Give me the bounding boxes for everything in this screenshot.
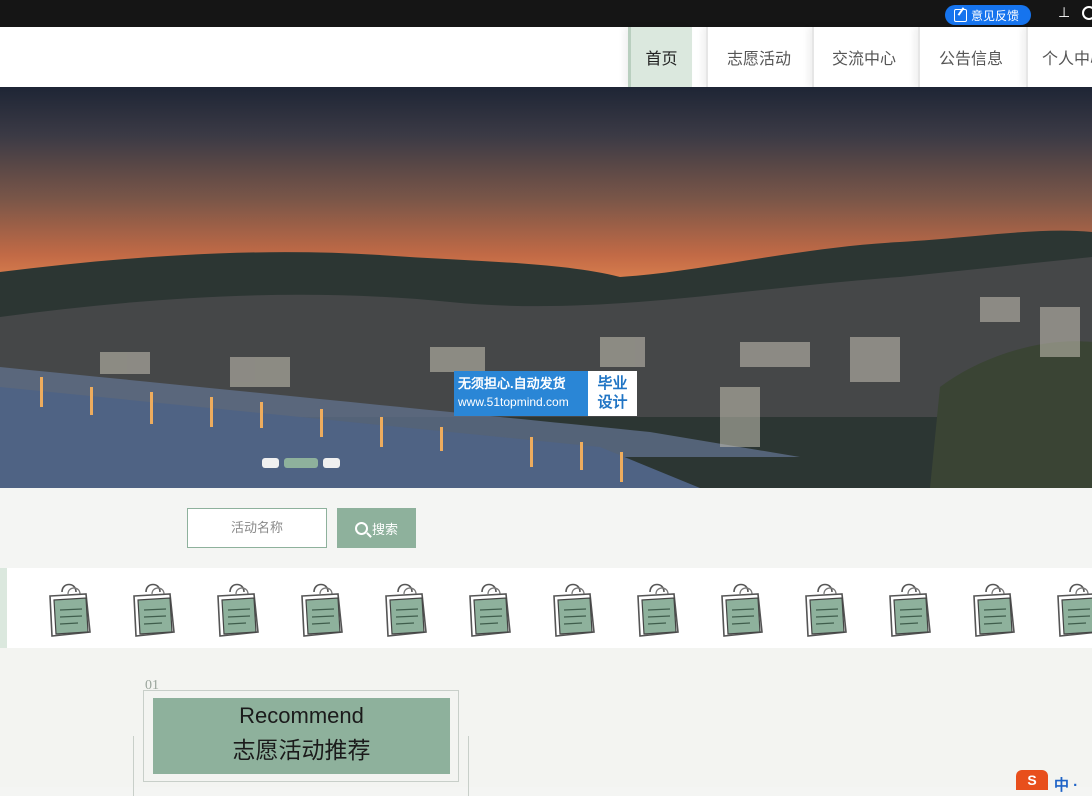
notebook-bag-icon — [637, 583, 679, 637]
notebook-bag-icon — [469, 583, 511, 637]
feedback-label: 意见反馈 — [971, 8, 1020, 23]
activity-name-search-input[interactable]: 活动名称 — [187, 508, 327, 548]
notebook-bag-icon — [301, 583, 343, 637]
notebook-bag-icon — [553, 583, 595, 637]
carousel-indicators — [262, 458, 340, 468]
notebook-bag-icon — [385, 583, 427, 637]
search-button[interactable]: 搜索 — [337, 508, 416, 548]
city-coast-illustration — [0, 230, 1092, 488]
notebook-bag-icon — [973, 583, 1015, 637]
strip-accent — [0, 568, 7, 648]
ime-logo-icon[interactable]: S — [1016, 770, 1048, 790]
hero-carousel[interactable]: 无须担心.自动发货 www.51topmind.com 毕业 设计 — [0, 87, 1092, 488]
carousel-dot-active[interactable] — [284, 458, 318, 468]
top-system-bar: 意见反馈 ⊥ — [0, 0, 1092, 27]
carousel-dot[interactable] — [262, 458, 279, 468]
carousel-dot[interactable] — [323, 458, 340, 468]
edit-icon — [954, 8, 967, 22]
section-title-box: Recommend 志愿活动推荐 — [153, 698, 450, 774]
nav-announcements[interactable]: 公告信息 — [918, 27, 1022, 87]
circle-icon[interactable] — [1082, 6, 1092, 20]
pin-icon[interactable]: ⊥ — [1058, 4, 1070, 21]
notebook-bag-icon — [49, 583, 91, 637]
main-navbar: 首页 志愿活动 交流中心 公告信息 个人中心 — [0, 27, 1092, 87]
nav-personal-center[interactable]: 个人中心 — [1026, 27, 1092, 87]
notebook-bag-icon — [805, 583, 847, 637]
notebook-bag-icon — [889, 583, 931, 637]
nav-home[interactable]: 首页 — [628, 27, 692, 87]
search-icon — [354, 521, 368, 535]
watermark-badge: 无须担心.自动发货 www.51topmind.com 毕业 设计 — [454, 371, 637, 416]
section-title-cn: 志愿活动推荐 — [232, 737, 371, 763]
nav-exchange-center[interactable]: 交流中心 — [812, 27, 914, 87]
notebook-bag-icon — [721, 583, 763, 637]
nav-volunteer-activities[interactable]: 志愿活动 — [706, 27, 810, 87]
notebook-bag-icon — [217, 583, 259, 637]
ime-status[interactable]: 中 · — [1054, 774, 1078, 795]
notebook-bag-icon — [133, 583, 175, 637]
feedback-button[interactable]: 意见反馈 — [945, 5, 1031, 25]
notebook-bag-icon — [1057, 583, 1092, 637]
decorative-icon-strip — [0, 568, 1092, 648]
section-title-en: Recommend — [239, 703, 364, 728]
